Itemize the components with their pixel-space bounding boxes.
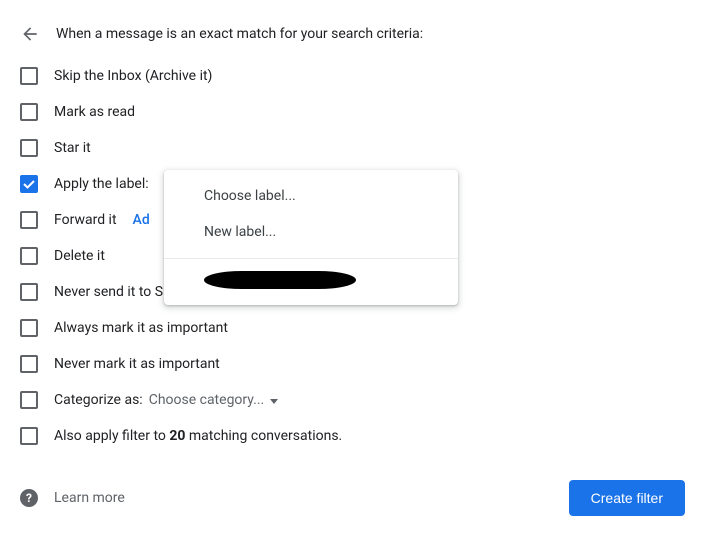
checkbox-categorize[interactable] [20,391,38,409]
checkbox-star[interactable] [20,139,38,157]
checkbox-delete[interactable] [20,247,38,265]
label-star: Star it [54,140,91,156]
checkbox-never-spam[interactable] [20,283,38,301]
learn-more-label: Learn more [54,490,125,506]
checkbox-mark-read[interactable] [20,103,38,121]
checkbox-also-apply[interactable] [20,427,38,445]
dropdown-new-label[interactable]: New label... [164,214,458,250]
categorize-select-value: Choose category... [149,392,265,408]
page-title: When a message is an exact match for you… [56,26,423,42]
dropdown-divider [164,258,458,259]
dropdown-choose-label[interactable]: Choose label... [164,178,458,214]
create-filter-button[interactable]: Create filter [569,480,685,516]
checkbox-skip-inbox[interactable] [20,67,38,85]
label-never-important: Never mark it as important [54,356,220,372]
label-always-important: Always mark it as important [54,320,228,336]
dropdown-existing-label[interactable] [204,271,418,289]
caret-down-icon [270,392,278,408]
help-icon: ? [20,489,38,507]
label-dropdown[interactable]: Choose label... New label... [164,170,458,305]
back-arrow-icon[interactable] [20,24,40,44]
label-forward: Forward it [54,212,117,228]
label-delete: Delete it [54,248,105,264]
label-apply-label: Apply the label: [54,176,149,192]
checkbox-apply-label[interactable] [20,175,38,193]
checkbox-forward[interactable] [20,211,38,229]
label-mark-read: Mark as read [54,104,135,120]
forward-add-link[interactable]: Ad [133,212,150,228]
label-skip-inbox: Skip the Inbox (Archive it) [54,68,212,84]
checkbox-never-important[interactable] [20,355,38,373]
label-categorize: Categorize as: [54,392,143,408]
categorize-select[interactable]: Choose category... [149,392,279,408]
checkbox-always-important[interactable] [20,319,38,337]
label-also-apply: Also apply filter to 20 matching convers… [54,428,342,444]
learn-more-link[interactable]: ? Learn more [20,489,125,507]
